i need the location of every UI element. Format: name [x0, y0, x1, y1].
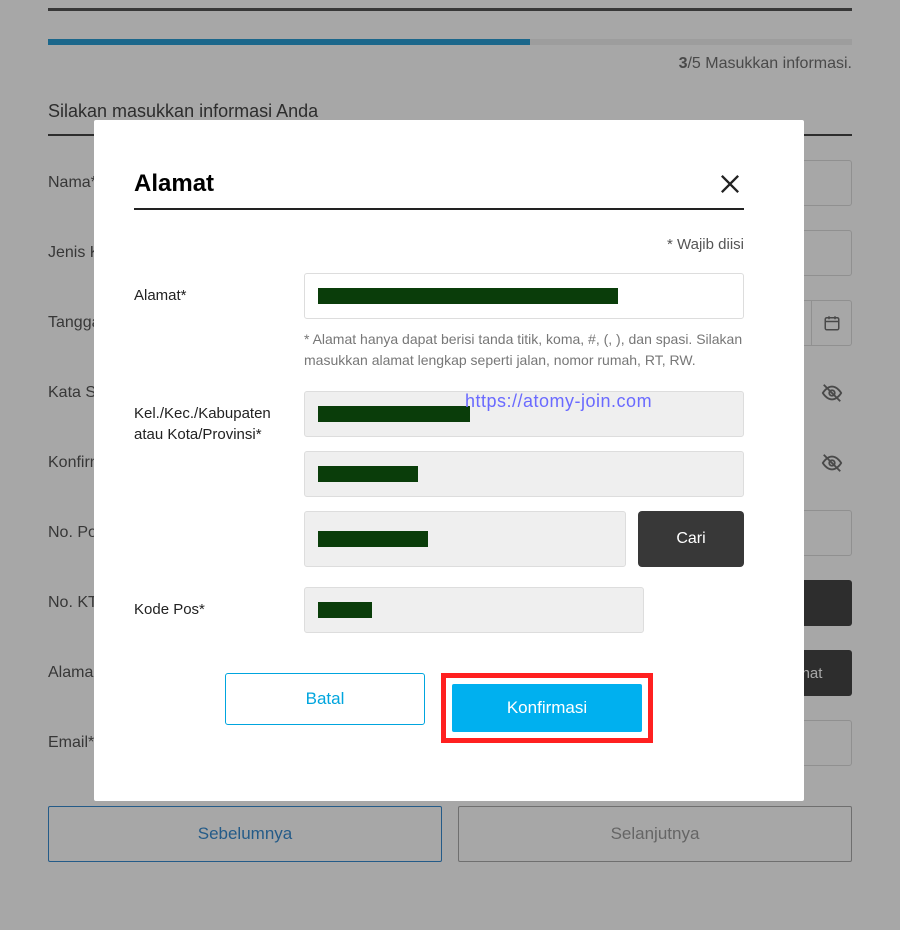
progress-total: 5	[692, 55, 701, 72]
alamat-help-text: * Alamat hanya dapat berisi tanda titik,…	[304, 329, 744, 371]
label-modal-kodepos: Kode Pos*	[134, 587, 292, 633]
modal-title: Alamat	[134, 170, 214, 198]
prev-button[interactable]: Sebelumnya	[48, 806, 442, 862]
konfirmasi-highlight: Konfirmasi	[441, 673, 653, 743]
progress-step: 3	[679, 55, 688, 72]
redacted-bar	[318, 602, 372, 618]
label-modal-alamat: Alamat*	[134, 273, 292, 371]
top-rule	[48, 8, 852, 11]
close-icon[interactable]	[716, 170, 744, 198]
redacted-bar	[318, 406, 470, 422]
eye-off-icon[interactable]	[812, 370, 852, 416]
progress-label: Masukkan informasi.	[705, 55, 852, 72]
required-hint: * Wajib diisi	[134, 236, 744, 253]
section-title: Silakan masukkan informasi Anda	[48, 101, 852, 122]
cari-button[interactable]: Cari	[638, 511, 744, 567]
progress-fill	[48, 39, 530, 45]
modal-underline	[134, 208, 744, 210]
address-modal: Alamat * Wajib diisi Alamat* * Alamat ha…	[94, 120, 804, 801]
next-button[interactable]: Selanjutnya	[458, 806, 852, 862]
batal-button[interactable]: Batal	[225, 673, 425, 725]
redacted-bar	[318, 531, 428, 547]
redacted-bar	[318, 288, 618, 304]
calendar-icon[interactable]	[812, 300, 852, 346]
redacted-bar	[318, 466, 418, 482]
eye-off-icon[interactable]	[812, 440, 852, 486]
konfirmasi-button[interactable]: Konfirmasi	[452, 684, 642, 732]
label-modal-kel: Kel./Kec./Kabupaten atau Kota/Provinsi*	[134, 391, 292, 567]
progress-text: 3/5 Masukkan informasi.	[48, 55, 852, 73]
progress-bar	[48, 39, 852, 45]
